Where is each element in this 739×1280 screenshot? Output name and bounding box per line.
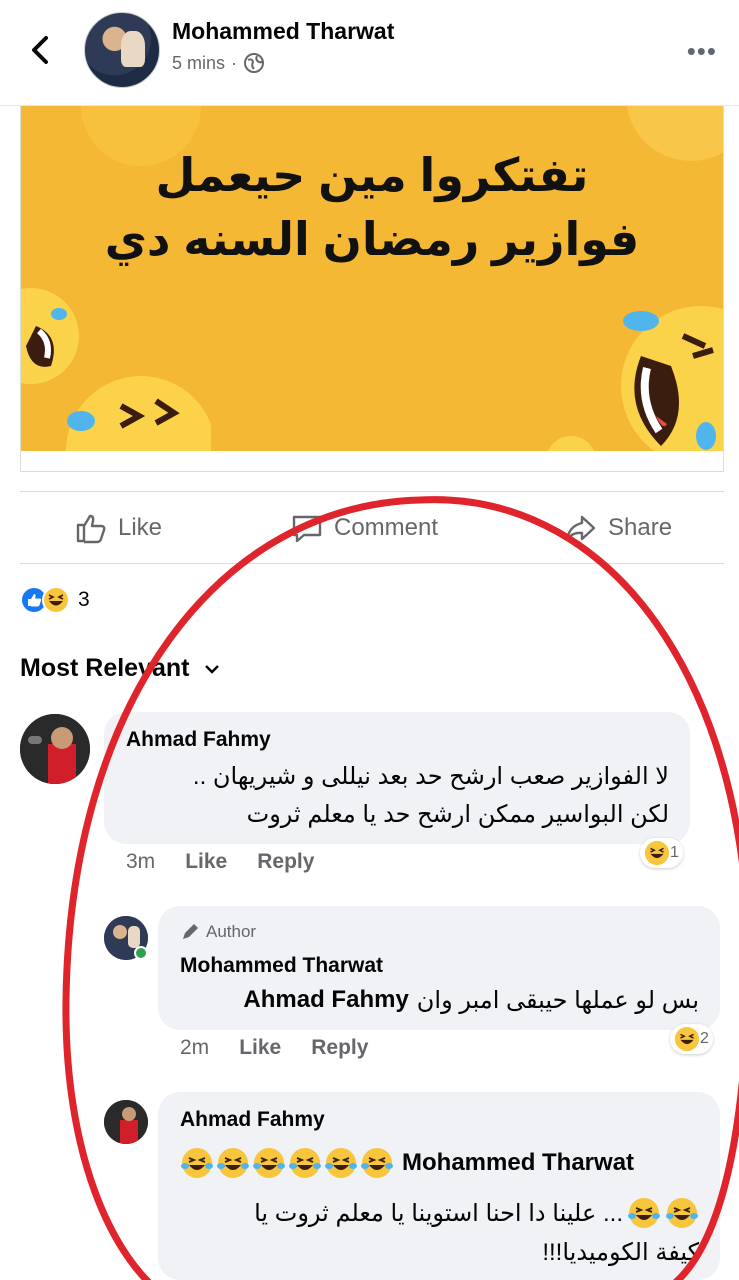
chevron-down-icon	[205, 664, 220, 674]
share-label: Share	[608, 514, 673, 541]
commenter-name[interactable]: Ahmad Fahmy	[126, 728, 271, 752]
post-image-frame: تفتكروا مين حيعمل فوازير رمضان السنه دي	[20, 106, 724, 472]
post-meta: 5 mins ·	[172, 52, 265, 74]
comment-button[interactable]: Comment	[290, 508, 438, 548]
comment-meta: 3m Like Reply	[126, 850, 314, 874]
author-avatar[interactable]	[84, 12, 160, 88]
comment-bubble-icon	[292, 515, 322, 543]
comment-label: Comment	[334, 514, 439, 541]
decor-circle	[548, 436, 594, 451]
comment-reaction-badge[interactable]: 2	[670, 1024, 713, 1054]
comment-meta: 2m Like Reply	[180, 1036, 368, 1060]
reaction-count: 1	[670, 844, 679, 861]
comment-text-line-2: ... علينا دا احنا استوينا يا معلم ثروت ي…	[254, 1196, 699, 1230]
comment-text-line-1: Mohammed Tharwat	[180, 1146, 634, 1180]
tears-of-joy-emoji-icon	[66, 376, 211, 451]
pencil-icon	[183, 924, 198, 939]
sort-label: Most Relevant	[20, 654, 190, 682]
comment-like-button[interactable]: Like	[239, 1036, 281, 1060]
author-badge-label: Author	[206, 922, 257, 941]
comment-reaction-badge[interactable]: 1	[640, 838, 683, 868]
share-arrow-icon	[565, 515, 596, 542]
comment-text: بس لو عملها حيبقى امبر وان Ahmad Fahmy	[243, 986, 699, 1015]
meta-separator: ·	[231, 52, 238, 73]
like-label: Like	[118, 514, 163, 541]
author-name[interactable]: Mohammed Tharwat	[172, 18, 394, 45]
reaction-count: 3	[78, 588, 90, 611]
comment-time: 3m	[126, 850, 156, 873]
post-header: Mohammed Tharwat 5 mins · •••	[0, 0, 739, 106]
commenter-name[interactable]: Mohammed Tharwat	[180, 954, 383, 978]
banner-text-line-2: فوازير رمضان السنه دي	[104, 213, 640, 265]
back-arrow-icon[interactable]	[24, 30, 56, 70]
mention-link[interactable]: Mohammed Tharwat	[402, 1149, 634, 1177]
tears-of-joy-emoji-icon	[181, 1148, 213, 1178]
tears-of-joy-emoji-icon	[217, 1148, 249, 1178]
rofl-emoji-icon	[621, 306, 723, 451]
tears-of-joy-emoji-icon	[361, 1148, 393, 1178]
reaction-summary[interactable]: 3	[20, 586, 90, 614]
haha-reaction-icon	[674, 1026, 700, 1052]
post-image[interactable]: تفتكروا مين حيعمل فوازير رمضان السنه دي	[21, 106, 723, 451]
comment-sort-dropdown[interactable]: Most Relevant	[20, 654, 221, 683]
tears-of-joy-emoji-icon	[666, 1198, 698, 1228]
post-time: 5 mins	[172, 52, 226, 73]
haha-reaction-icon	[644, 840, 670, 866]
thumbs-up-icon	[76, 514, 106, 544]
avatar[interactable]	[104, 1100, 148, 1144]
comment-text-line-3: كيفة الكوميديا!!!	[542, 1239, 699, 1266]
like-button[interactable]: Like	[74, 508, 162, 548]
comment-reply-button[interactable]: Reply	[257, 850, 314, 874]
globe-icon	[243, 52, 265, 74]
avatar[interactable]	[20, 714, 90, 784]
tears-of-joy-emoji-icon	[628, 1198, 660, 1228]
tears-of-joy-emoji-icon	[289, 1148, 321, 1178]
mention-link[interactable]: Ahmad Fahmy	[243, 986, 408, 1015]
comment-text-line-1: لا الفوازير صعب ارشح حد بعد نيللى و شيري…	[192, 763, 669, 790]
emoji-row	[180, 1146, 394, 1180]
commenter-name[interactable]: Ahmad Fahmy	[180, 1108, 325, 1132]
tears-of-joy-emoji-icon	[253, 1148, 285, 1178]
reaction-count: 2	[700, 1030, 709, 1047]
tears-of-joy-emoji-icon	[325, 1148, 357, 1178]
comment-reply-button[interactable]: Reply	[311, 1036, 368, 1060]
comment-text-body: بس لو عملها حيبقى امبر وان	[416, 987, 699, 1014]
online-status-icon	[134, 946, 148, 960]
share-button[interactable]: Share	[564, 508, 672, 548]
comment-like-button[interactable]: Like	[185, 850, 227, 874]
comment-time: 2m	[180, 1036, 210, 1059]
banner-text-line-1: تفتكروا مين حيعمل	[155, 149, 589, 201]
more-options-icon[interactable]: •••	[687, 36, 717, 67]
comment-text-body: ... علينا دا احنا استوينا يا معلم ثروت ي…	[254, 1199, 623, 1227]
comment-text-line-2: لكن البواسير ممكن ارشح حد يا معلم ثروت	[246, 801, 669, 828]
divider	[20, 563, 724, 564]
author-badge: Author	[180, 922, 256, 942]
haha-reaction-icon	[42, 586, 70, 614]
divider	[20, 491, 724, 492]
